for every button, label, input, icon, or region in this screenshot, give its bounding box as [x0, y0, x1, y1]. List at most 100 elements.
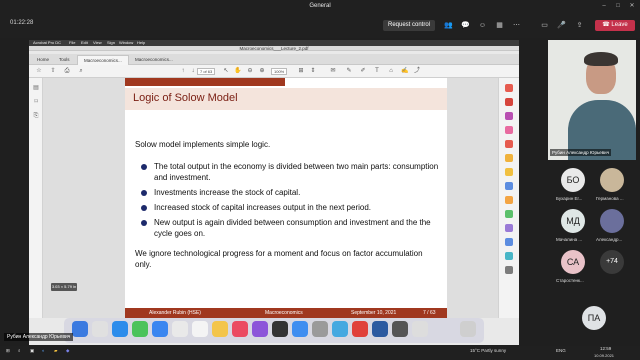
bullet-marker	[141, 219, 151, 227]
hand-tool-icon[interactable]: ✋	[234, 67, 242, 75]
select-cursor-icon[interactable]: ↖	[222, 67, 230, 75]
tool-icon[interactable]	[505, 224, 513, 232]
tool-icon[interactable]	[505, 196, 513, 204]
scroll-mode-icon[interactable]: ⇕	[309, 67, 317, 75]
zoom-level[interactable]: 100%	[271, 68, 288, 75]
task-view-icon[interactable]: ▣	[30, 348, 34, 354]
reactions-icon[interactable]: ☺	[478, 21, 487, 30]
finder-icon[interactable]	[72, 321, 88, 337]
tv-icon[interactable]	[272, 321, 288, 337]
presenter-video-label: Рубин Александр Юрьевич	[550, 149, 612, 156]
camera-off-icon[interactable]: ▭	[540, 21, 549, 30]
participant-avatar[interactable]: БО	[561, 168, 585, 192]
teams-icon[interactable]: ◆	[66, 348, 69, 354]
tool-icon[interactable]	[505, 84, 513, 92]
participant-avatar[interactable]: ПА	[582, 306, 606, 330]
meeting-title: General	[309, 3, 331, 9]
start-icon[interactable]: ⊞	[6, 348, 10, 354]
launchpad-icon[interactable]	[92, 321, 108, 337]
page-thumbnails-icon[interactable]: ▤	[32, 84, 40, 92]
settings-icon[interactable]	[312, 321, 328, 337]
zoom-in-icon[interactable]: ⊕	[258, 67, 266, 75]
comment-icon[interactable]: ✉	[329, 67, 337, 75]
telegram-icon[interactable]	[332, 321, 348, 337]
zoom-out-icon[interactable]: ⊖	[246, 67, 254, 75]
trash-icon[interactable]	[460, 321, 476, 337]
highlight-icon[interactable]: ✎	[345, 67, 353, 75]
tool-icon[interactable]	[505, 98, 513, 106]
edge-icon[interactable]: ◐	[42, 348, 45, 353]
sign-icon[interactable]: ✍	[401, 67, 409, 75]
participants-icon[interactable]: 👥	[444, 21, 453, 30]
word-icon[interactable]	[372, 321, 388, 337]
clock-date[interactable]: 10.09.2021	[594, 353, 614, 358]
minimize-icon[interactable]: –	[600, 3, 608, 10]
bullet-text: Investments increase the stock of capita…	[154, 188, 301, 197]
print-icon[interactable]: ⎙	[63, 67, 71, 75]
search-icon[interactable]: ⌕	[18, 348, 21, 353]
music-icon[interactable]	[232, 321, 248, 337]
stamp-icon[interactable]: ⌂	[387, 67, 395, 75]
photos-icon[interactable]	[172, 321, 188, 337]
clock-time[interactable]: 12:59	[600, 346, 611, 351]
tool-icon[interactable]	[505, 140, 513, 148]
mail-icon[interactable]	[152, 321, 168, 337]
next-page-icon[interactable]: ↓	[189, 67, 197, 75]
tab-tools[interactable]: Tools	[53, 55, 76, 65]
participant-avatar[interactable]	[600, 209, 624, 233]
draw-icon[interactable]: ✐	[359, 67, 367, 75]
participant-avatar[interactable]: МД	[561, 209, 585, 233]
tool-icon[interactable]	[505, 252, 513, 260]
tool-icon[interactable]	[505, 168, 513, 176]
weather-status[interactable]: 15°C Partly sunny	[470, 348, 506, 353]
slide-footer: Alexander Rubin (HSE) Macroeconomics Sep…	[125, 308, 447, 318]
star-icon[interactable]: ☆	[35, 67, 43, 75]
document-viewport[interactable]: Logic of Solow Model Solow model impleme…	[43, 78, 498, 318]
participant-avatar[interactable]	[600, 168, 624, 192]
windows-taskbar: ⊞ ⌕ ▣ ◐ ▰ ◆ 15°C Partly sunny ENG 12:59 …	[0, 346, 640, 360]
tool-icon[interactable]	[505, 182, 513, 190]
input-language[interactable]: ENG	[556, 348, 566, 353]
mic-icon[interactable]: 🎤	[557, 21, 566, 30]
text-icon[interactable]: T	[373, 67, 381, 75]
podcasts-icon[interactable]	[252, 321, 268, 337]
tool-icon[interactable]	[505, 112, 513, 120]
bookmarks-icon[interactable]: ⌑	[32, 98, 40, 106]
more-options-icon[interactable]: ⋯	[512, 21, 521, 30]
app-store-icon[interactable]	[292, 321, 308, 337]
fit-page-icon[interactable]: ⊞	[297, 67, 305, 75]
share-doc-icon[interactable]: ⤴	[413, 67, 421, 75]
meeting-top-bar: General 01:22:28 – □ ✕ Request control 👥…	[0, 0, 640, 38]
close-icon[interactable]: ✕	[628, 3, 636, 10]
more-participants-count[interactable]: +74	[600, 250, 624, 274]
rooms-icon[interactable]: ▦	[495, 21, 504, 30]
search-icon[interactable]: ⌕	[77, 67, 85, 75]
safari-icon[interactable]	[112, 321, 128, 337]
tab-document-2[interactable]: Macroeconomics...	[129, 55, 179, 65]
messages-icon[interactable]	[132, 321, 148, 337]
tool-icon[interactable]	[505, 210, 513, 218]
tool-icon[interactable]	[505, 266, 513, 274]
tool-icon[interactable]	[505, 126, 513, 134]
attachments-icon[interactable]: ⎘	[32, 112, 40, 120]
tab-document-1[interactable]: Macroeconomics...	[77, 55, 129, 65]
request-control-button[interactable]: Request control	[383, 20, 435, 31]
tool-icon[interactable]	[505, 154, 513, 162]
leave-label: Leave	[611, 22, 628, 28]
upload-icon[interactable]: ⇧	[49, 67, 57, 75]
chat-icon[interactable]: 💬	[461, 21, 470, 30]
calendar-icon[interactable]	[192, 321, 208, 337]
leave-button[interactable]: ☎ Leave	[595, 20, 635, 31]
tool-icon[interactable]	[505, 238, 513, 246]
share-icon[interactable]: ⇪	[575, 21, 584, 30]
prev-page-icon[interactable]: ↑	[179, 67, 187, 75]
acrobat-icon[interactable]	[352, 321, 368, 337]
notes-icon[interactable]	[212, 321, 228, 337]
tab-home[interactable]: Home	[31, 55, 55, 65]
preview-icon[interactable]	[412, 321, 428, 337]
terminal-icon[interactable]	[392, 321, 408, 337]
participant-avatar[interactable]: СА	[561, 250, 585, 274]
maximize-icon[interactable]: □	[614, 3, 622, 10]
page-number-box[interactable]: 7 of 63	[197, 68, 216, 75]
explorer-icon[interactable]: ▰	[54, 348, 57, 354]
